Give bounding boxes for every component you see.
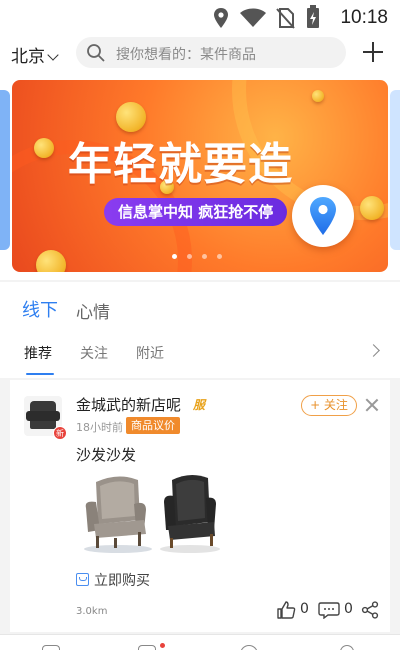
- city-label: 北京: [11, 47, 45, 67]
- avatar[interactable]: 新: [24, 396, 67, 440]
- coin-decoration: [36, 250, 66, 272]
- carousel-dot[interactable]: [217, 254, 222, 259]
- carousel-dot[interactable]: [202, 254, 207, 259]
- carousel-dots: [172, 244, 232, 263]
- tab-mood[interactable]: 心情: [76, 298, 110, 323]
- location-icon: [214, 8, 228, 28]
- nav-icon[interactable]: [42, 645, 60, 650]
- next-banner-peek[interactable]: [390, 90, 400, 250]
- comment-count: 0: [344, 601, 353, 617]
- banner-carousel: 年轻就要造 信息掌中知 疯狂抢不停: [0, 72, 400, 280]
- carousel-dot[interactable]: [187, 254, 192, 259]
- top-bar: 北京 搜你想看的：某件商品: [0, 34, 400, 72]
- close-icon[interactable]: [364, 397, 380, 413]
- map-pin-icon: [292, 185, 354, 247]
- nav-icon[interactable]: [240, 645, 258, 650]
- sub-tab-follow[interactable]: 关注: [80, 343, 108, 363]
- distance: 3.0km: [76, 606, 108, 617]
- search-placeholder: 搜你想看的：某件商品: [116, 47, 256, 63]
- sub-tab-recommend[interactable]: 推荐: [24, 343, 52, 363]
- thumbs-up-icon[interactable]: [276, 600, 296, 620]
- wifi-icon: [240, 8, 266, 27]
- banner-tagline: 信息掌中知 疯狂抢不停: [104, 198, 288, 226]
- coin-decoration: [312, 90, 324, 102]
- prev-banner-peek[interactable]: [0, 90, 10, 250]
- city-selector[interactable]: 北京: [11, 42, 59, 67]
- banner-slide[interactable]: 年轻就要造 信息掌中知 疯狂抢不停: [12, 80, 388, 272]
- search-icon: [87, 44, 105, 62]
- buy-now-label: 立即购买: [94, 573, 150, 589]
- coin-decoration: [360, 196, 384, 220]
- bottom-nav: [0, 634, 400, 650]
- like-count: 0: [300, 601, 309, 617]
- service-badge: 服: [193, 398, 206, 412]
- chevron-right-icon[interactable]: [367, 344, 380, 357]
- new-badge: 新: [53, 426, 67, 440]
- comment-icon[interactable]: [318, 601, 340, 619]
- buy-now-link[interactable]: 立即购买: [76, 570, 150, 590]
- tab-offline[interactable]: 线下: [22, 296, 58, 322]
- post-time: 18小时前: [76, 421, 123, 434]
- battery-charging-icon: [307, 5, 319, 28]
- search-input[interactable]: 搜你想看的：某件商品: [76, 37, 346, 68]
- post-card[interactable]: 新 金城武的新店呢 服 18小时前 商品议价 + 关注 沙发沙发 立即购买 3.…: [10, 380, 390, 632]
- armchair-icon: [26, 401, 60, 429]
- tabs-area: 线下 心情 推荐 关注 附近: [0, 282, 400, 378]
- shopping-bag-icon: [76, 573, 89, 586]
- chevron-down-icon: [47, 49, 59, 61]
- coin-decoration: [34, 138, 54, 158]
- product-image[interactable]: [74, 472, 224, 554]
- status-bar: 10:18: [0, 0, 400, 34]
- price-negotiable-tag: 商品议价: [126, 417, 180, 434]
- nav-icon[interactable]: [340, 645, 354, 650]
- notification-dot: [160, 643, 165, 648]
- share-icon[interactable]: [361, 601, 379, 619]
- plus-icon[interactable]: [362, 41, 384, 63]
- banner-headline: 年轻就要造: [68, 139, 293, 190]
- carousel-dot[interactable]: [172, 254, 177, 259]
- clock: 10:18: [340, 7, 388, 28]
- post-text: 沙发沙发: [76, 446, 137, 464]
- username[interactable]: 金城武的新店呢: [76, 394, 181, 415]
- active-tab-indicator: [26, 373, 54, 375]
- follow-button[interactable]: + 关注: [301, 395, 357, 416]
- nav-icon[interactable]: [138, 645, 156, 650]
- sub-tab-nearby[interactable]: 附近: [136, 343, 164, 363]
- no-sim-icon: [276, 8, 295, 29]
